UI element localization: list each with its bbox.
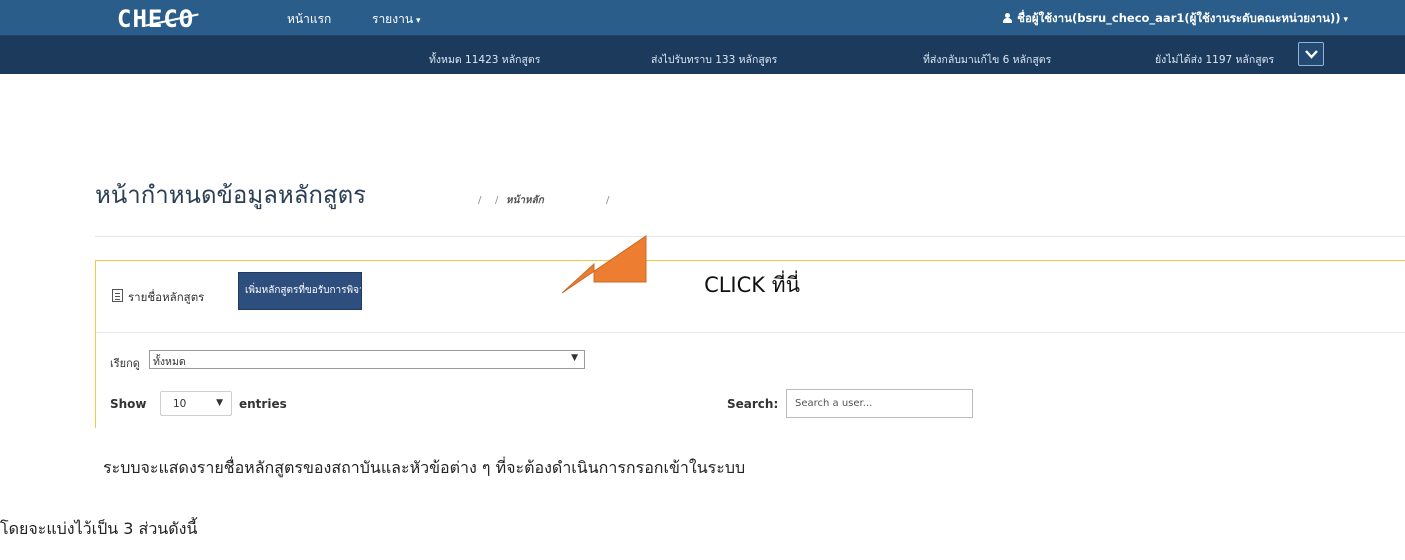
- stat-all[interactable]: ทั้งหมด 11423 หลักสูตร: [429, 51, 540, 68]
- brand-text: CHECO: [117, 5, 195, 33]
- stat-unsent[interactable]: ยังไม่ได้ส่ง 1197 หลักสูตร: [1155, 51, 1274, 68]
- page-length-value: 10: [173, 398, 187, 410]
- breadcrumb-separator: /: [495, 195, 499, 206]
- breadcrumb-separator: /: [606, 195, 610, 206]
- caption-line-2: โดยจะแบ่งไว้เป็น 3 ส่วนดังนี้: [0, 519, 198, 538]
- nav-report-label: รายงาน: [372, 12, 414, 26]
- document-list-icon: [112, 289, 123, 302]
- chevron-down-icon: ▾: [1343, 15, 1348, 25]
- chevron-down-icon: ▾: [416, 16, 421, 26]
- breadcrumb-current[interactable]: หน้าหลัก: [506, 193, 544, 208]
- stat-returned[interactable]: ที่ส่งกลับมาแก้ไข 6 หลักสูตร: [923, 51, 1051, 68]
- page-title: หน้ากำหนดข้อมูลหลักสูตร: [95, 181, 367, 209]
- user-icon: [1002, 13, 1013, 23]
- dropdown-arrow-icon: ▼: [216, 398, 223, 408]
- brand-logo[interactable]: CHECO: [117, 5, 199, 33]
- entries-label: entries: [239, 397, 287, 411]
- top-navbar: CHECO หน้าแรก รายงาน ▾ ชื่อผู้ใช้งาน(bsru…: [0, 0, 1405, 74]
- chevron-down-icon: [1305, 50, 1318, 59]
- add-course-button[interactable]: เพิ่มหลักสูตรที่ขอรับการพิจารณาความสอดคล…: [238, 272, 362, 310]
- screenshot: CHECO หน้าแรก รายงาน ▾ ชื่อผู้ใช้งาน(bsru…: [0, 0, 1405, 428]
- click-here-callout: CLICK ที่นี่: [562, 235, 800, 297]
- search-input[interactable]: [786, 389, 973, 418]
- callout-text: CLICK ที่นี่: [704, 270, 800, 297]
- filter-value: ทั้งหมด: [153, 356, 186, 368]
- user-menu[interactable]: ชื่อผู้ใช้งาน(bsru_checo_aar1(ผู้ใช้งานร…: [1002, 10, 1348, 28]
- page-length-select[interactable]: 10 ▼: [160, 391, 232, 416]
- panel-heading: รายชื่อหลักสูตร: [128, 290, 205, 304]
- stats-toggle-button[interactable]: [1298, 42, 1324, 66]
- dropdown-arrow-icon: ▼: [571, 353, 578, 363]
- breadcrumb-separator: /: [478, 195, 482, 206]
- show-label: Show: [110, 397, 147, 411]
- nav-report[interactable]: รายงาน ▾: [372, 10, 421, 29]
- filter-label: เรียกดู: [110, 357, 140, 370]
- user-name: ชื่อผู้ใช้งาน(bsru_checo_aar1(ผู้ใช้งานร…: [1017, 11, 1341, 25]
- filter-select[interactable]: ทั้งหมด ▼: [149, 350, 585, 369]
- caption-line-1: ระบบจะแสดงรายชื่อหลักสูตรของสถาบันและหัว…: [103, 458, 746, 477]
- stat-sent[interactable]: ส่งไปรับทราบ 133 หลักสูตร: [651, 51, 777, 68]
- search-label: Search:: [727, 397, 779, 411]
- callout-arrow-shape: [562, 235, 647, 294]
- nav-home[interactable]: หน้าแรก: [287, 10, 331, 29]
